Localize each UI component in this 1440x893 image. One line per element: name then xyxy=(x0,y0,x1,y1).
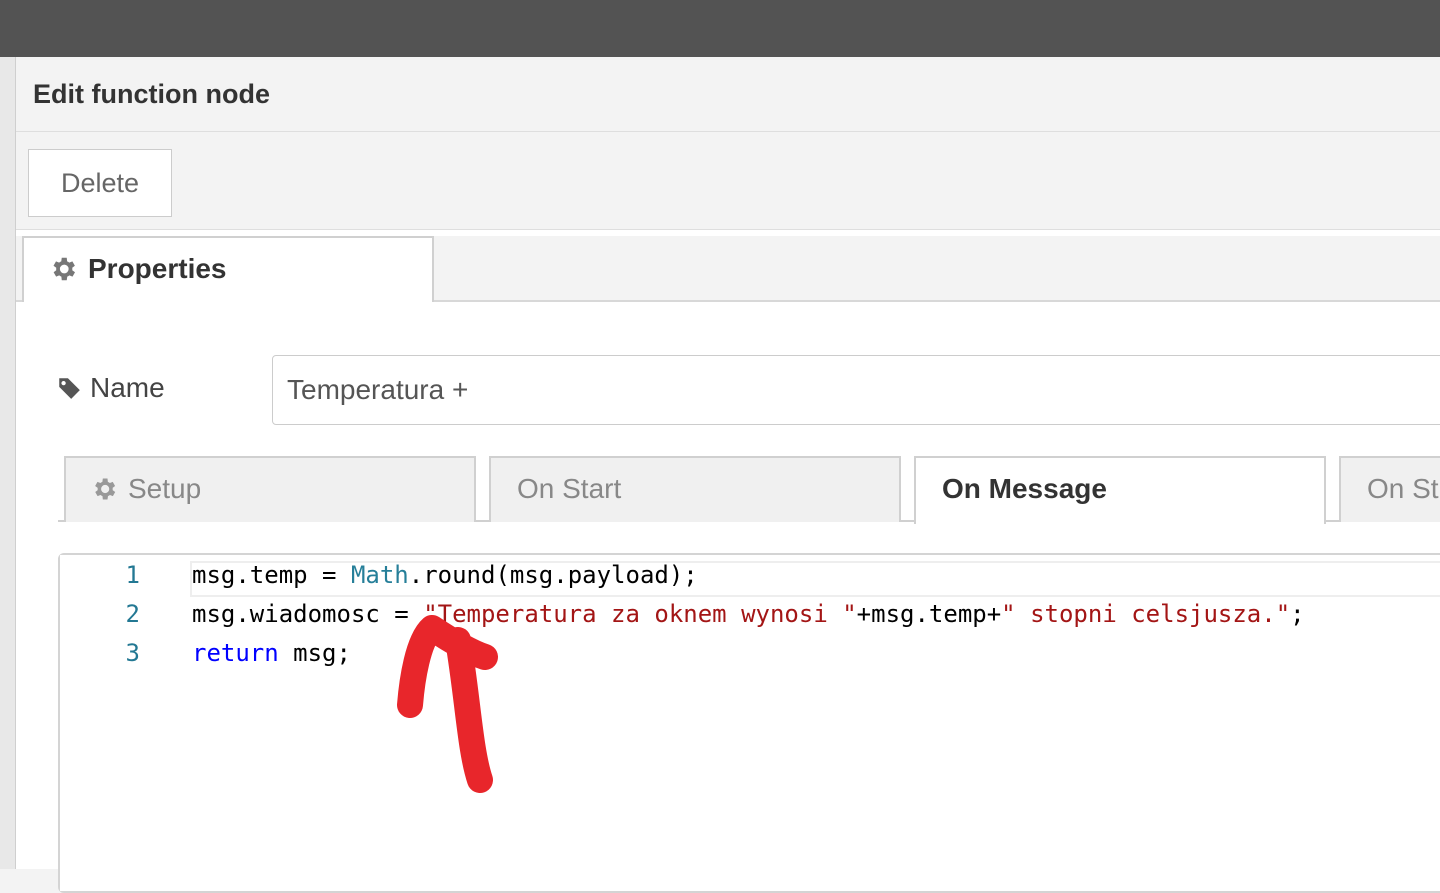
code-line-2[interactable]: msg.wiadomosc = "Temperatura za oknem wy… xyxy=(192,600,1305,628)
tray-toolbar: Delete xyxy=(16,132,1440,230)
gear-icon xyxy=(53,257,75,281)
tab-on-start-label: On Start xyxy=(517,473,622,504)
top-bar xyxy=(0,0,1440,57)
line-number: 2 xyxy=(125,600,140,628)
workspace-edge xyxy=(0,57,16,869)
tab-setup[interactable]: Setup xyxy=(64,456,476,522)
string-token: " stopni celsjusza." xyxy=(1001,600,1291,628)
code-editor[interactable]: 1 2 3 msg.temp = Math.round(msg.payload)… xyxy=(58,553,1440,893)
line-number: 3 xyxy=(125,639,140,667)
tab-setup-label: Setup xyxy=(128,473,202,504)
tab-on-message-label: On Message xyxy=(942,473,1107,504)
tab-properties-label: Properties xyxy=(88,253,227,284)
type-token: Math xyxy=(350,561,409,589)
red-arrow-annotation xyxy=(397,615,498,793)
tag-icon xyxy=(58,378,80,399)
properties-tabstrip: Properties xyxy=(16,236,1440,302)
name-label: Name xyxy=(90,372,165,403)
tray-header: Edit function node xyxy=(16,57,1440,132)
code-line-3[interactable]: return msg; xyxy=(192,639,351,667)
tab-on-stop-label: On St xyxy=(1367,473,1439,504)
tab-properties[interactable]: Properties xyxy=(22,236,434,302)
tray-title: Edit function node xyxy=(33,79,270,109)
code-line-1[interactable]: msg.temp = Math.round(msg.payload); xyxy=(192,561,698,589)
gear-icon xyxy=(95,478,116,500)
tab-on-start[interactable]: On Start xyxy=(489,456,901,522)
tab-on-stop[interactable]: On St xyxy=(1339,456,1440,522)
name-input[interactable] xyxy=(272,355,1440,425)
delete-button[interactable]: Delete xyxy=(28,149,172,217)
line-number: 1 xyxy=(125,561,140,589)
line-number-gutter: 1 2 3 xyxy=(60,555,190,891)
keyword-token: return xyxy=(192,639,279,667)
code-tabstrip: Setup On Start On Message On St xyxy=(58,456,1440,524)
tray-body: Properties Name Setup On Start On Messag… xyxy=(16,230,1440,893)
edit-tray: Edit function node Delete Properties Nam… xyxy=(16,57,1440,893)
tab-on-message[interactable]: On Message xyxy=(914,456,1326,524)
